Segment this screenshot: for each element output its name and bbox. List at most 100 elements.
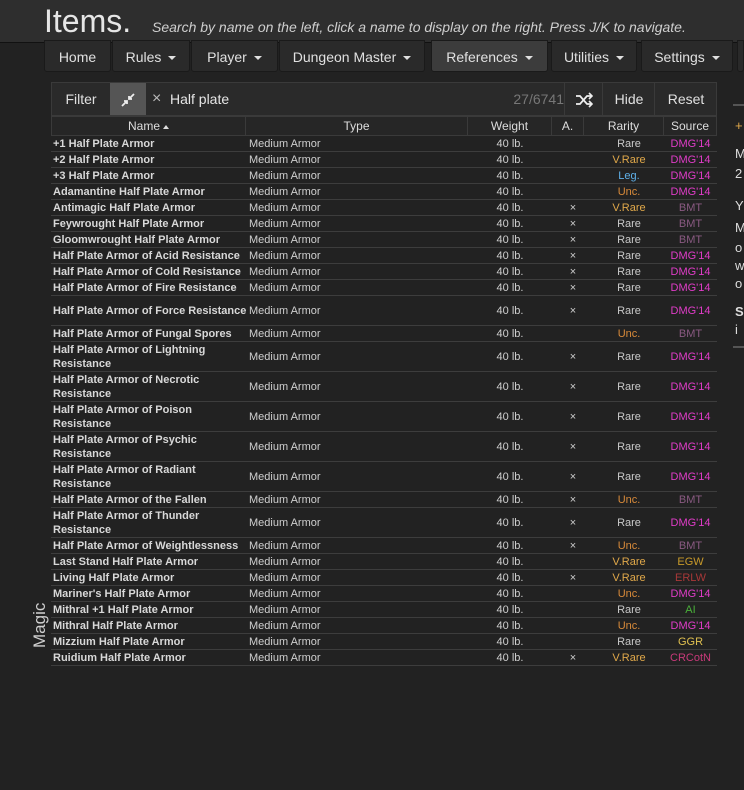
item-name[interactable]: Ruidium Half Plate Armor [53,650,249,665]
item-source: DMG'14 [670,619,711,632]
table-row[interactable]: Mizzium Half Plate Armor Medium Armor 40 l… [51,634,717,650]
item-name[interactable]: +1 Half Plate Armor [53,136,249,151]
page-header: Items. Search by name on the left, click… [0,0,744,43]
col-rarity[interactable]: Rarity [584,117,664,135]
nav-player[interactable]: Player [191,40,278,72]
item-rarity: Unc. [617,185,641,198]
item-rarity: Rare [617,350,641,363]
item-name[interactable]: Half Plate Armor of Radiant Resistance [53,462,249,491]
item-attunement [552,602,594,617]
table-row[interactable]: Half Plate Armor of Acid Resistance Mediu… [51,248,717,264]
table-row[interactable]: Half Plate Armor of Psychic Resistance Me… [51,432,717,462]
item-source: GGR [677,635,704,648]
nav-rules[interactable]: Rules [112,40,190,72]
item-name[interactable]: Half Plate Armor of Fire Resistance [53,280,249,295]
col-name[interactable]: Name [52,117,246,135]
item-name[interactable]: Mithral Half Plate Armor [53,618,249,633]
reset-button[interactable]: Reset [654,83,717,115]
item-name[interactable]: Half Plate Armor of Poison Resistance [53,402,249,431]
item-name[interactable]: Half Plate Armor of Psychic Resistance [53,432,249,461]
item-name[interactable]: +2 Half Plate Armor [53,152,249,167]
item-type: Medium Armor [249,603,321,616]
item-rarity: Unc. [617,539,641,552]
item-name[interactable]: +3 Half Plate Armor [53,168,249,183]
item-source: DMG'14 [670,440,711,453]
filter-bar: Filter × 27/6741 Hide Reset [51,82,717,116]
table-row[interactable]: Feywrought Half Plate Armor Medium Armor 4… [51,216,717,232]
table-row[interactable]: Mariner's Half Plate Armor Medium Armor 40… [51,586,717,602]
table-row[interactable]: Antimagic Half Plate Armor Medium Armor 40… [51,200,717,216]
table-row[interactable]: Half Plate Armor of the Fallen Medium Arm… [51,492,717,508]
item-source: DMG'14 [670,137,711,150]
table-row[interactable]: Ruidium Half Plate Armor Medium Armor 40 l… [51,650,717,666]
table-row[interactable]: +3 Half Plate Armor Medium Armor 40 lb. Leg… [51,168,717,184]
table-row[interactable]: +2 Half Plate Armor Medium Armor 40 lb. V.R… [51,152,717,168]
item-name[interactable]: Gloomwrought Half Plate Armor [53,232,249,247]
item-name[interactable]: Mizzium Half Plate Armor [53,634,249,649]
item-type: Medium Armor [249,619,321,632]
item-type: Medium Armor [249,651,321,664]
item-source: DMG'14 [670,587,711,600]
nav-overflow[interactable] [737,40,744,72]
item-source: BMT [678,217,703,230]
item-name[interactable]: Half Plate Armor of Acid Resistance [53,248,249,263]
nav-dungeon-master[interactable]: Dungeon Master [279,40,425,72]
table-row[interactable]: Half Plate Armor of Force Resistance Medi… [51,296,717,326]
item-attunement [552,184,594,199]
collapse-toggle-button[interactable] [110,83,146,115]
nav-settings[interactable]: Settings [641,40,733,72]
item-rarity: Unc. [617,327,641,340]
table-row[interactable]: Half Plate Armor of Radiant Resistance Me… [51,462,717,492]
shuffle-button[interactable] [564,83,603,115]
table-row[interactable]: Last Stand Half Plate Armor Medium Armor 4… [51,554,717,570]
table-row[interactable]: Half Plate Armor of Lightning Resistance… [51,342,717,372]
item-name[interactable]: Half Plate Armor of Weightlessness [53,538,249,553]
item-name[interactable]: Half Plate Armor of Force Resistance [53,296,249,325]
table-row[interactable]: Half Plate Armor of Weightlessness Medium… [51,538,717,554]
table-row[interactable]: Mithral Half Plate Armor Medium Armor 40 l… [51,618,717,634]
table-row[interactable]: Mithral +1 Half Plate Armor Medium Armor 4… [51,602,717,618]
hide-button[interactable]: Hide [602,83,655,115]
item-name[interactable]: Adamantine Half Plate Armor [53,184,249,199]
item-name[interactable]: Living Half Plate Armor [53,570,249,585]
item-name[interactable]: Half Plate Armor of the Fallen [53,492,249,507]
item-name[interactable]: Mithral +1 Half Plate Armor [53,602,249,617]
item-source: BMT [678,327,703,340]
item-type: Medium Armor [249,281,321,294]
col-source[interactable]: Source [664,117,716,135]
item-weight: 40 lb. [496,440,524,453]
nav-utilities[interactable]: Utilities [551,40,637,72]
table-row[interactable]: Half Plate Armor of Fungal Spores Medium … [51,326,717,342]
table-row[interactable]: Gloomwrought Half Plate Armor Medium Armo… [51,232,717,248]
item-type: Medium Armor [249,516,321,529]
nav-references[interactable]: References [431,40,548,72]
item-name[interactable]: Half Plate Armor of Thunder Resistance [53,508,249,537]
item-type: Medium Armor [249,539,321,552]
table-row[interactable]: Half Plate Armor of Necrotic Resistance M… [51,372,717,402]
table-row[interactable]: +1 Half Plate Armor Medium Armor 40 lb. Rar… [51,136,717,152]
item-attunement: × [569,651,577,664]
nav-home[interactable]: Home [44,40,111,72]
item-name[interactable]: Mariner's Half Plate Armor [53,586,249,601]
item-name[interactable]: Half Plate Armor of Necrotic Resistance [53,372,249,401]
col-weight[interactable]: Weight [468,117,552,135]
table-row[interactable]: Living Half Plate Armor Medium Armor 40 lb… [51,570,717,586]
col-type[interactable]: Type [246,117,468,135]
table-row[interactable]: Half Plate Armor of Thunder Resistance Me… [51,508,717,538]
item-name[interactable]: Half Plate Armor of Fungal Spores [53,326,249,341]
table-row[interactable]: Half Plate Armor of Cold Resistance Mediu… [51,264,717,280]
col-attunement[interactable]: A. [552,117,584,135]
item-name[interactable]: Half Plate Armor of Cold Resistance [53,264,249,279]
item-source: DMG'14 [670,249,711,262]
item-rarity: Leg. [618,169,640,182]
table-row[interactable]: Half Plate Armor of Fire Resistance Mediu… [51,280,717,296]
clear-search-icon[interactable]: × [152,83,161,115]
table-row[interactable]: Half Plate Armor of Poison Resistance Med… [51,402,717,432]
item-name[interactable]: Half Plate Armor of Lightning Resistance [53,342,249,371]
filter-button[interactable]: Filter [52,83,111,115]
search-input[interactable] [170,89,470,109]
item-name[interactable]: Last Stand Half Plate Armor [53,554,249,569]
item-name[interactable]: Antimagic Half Plate Armor [53,200,249,215]
table-row[interactable]: Adamantine Half Plate Armor Medium Armor 4… [51,184,717,200]
item-name[interactable]: Feywrought Half Plate Armor [53,216,249,231]
